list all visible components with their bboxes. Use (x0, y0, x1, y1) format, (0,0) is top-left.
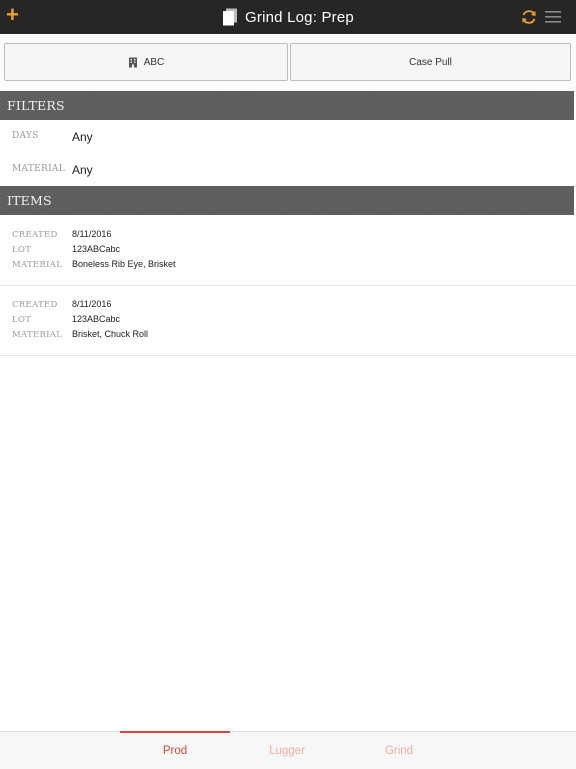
items-header: ITEMS (0, 186, 574, 215)
created-value: 8/11/2016 (72, 299, 112, 309)
tab-grind[interactable]: Grind (344, 732, 454, 769)
material-value: Brisket, Chuck Roll (72, 329, 149, 339)
refresh-icon[interactable] (520, 8, 538, 26)
material-label: MATERIAL (12, 330, 63, 340)
filter-days-label: DAYS (12, 131, 39, 141)
document-icon (223, 8, 238, 26)
page-title: Grind Log: Prep (245, 8, 354, 26)
created-value: 8/11/2016 (72, 229, 112, 239)
material-label: MATERIAL (12, 260, 63, 270)
filter-material-value: Any (72, 163, 93, 177)
hamburger-menu-icon[interactable] (544, 9, 562, 25)
abc-button-label: ABC (143, 56, 165, 68)
top-bar: + Grind Log: Prep (0, 0, 576, 34)
filter-material-row[interactable]: MATERIAL Any (0, 153, 576, 187)
list-item[interactable]: CREATED 8/11/2016 LOT 123ABCabc MATERIAL… (0, 216, 576, 286)
lot-value: 123ABCabc (72, 244, 121, 254)
filter-material-label: MATERIAL (12, 164, 66, 174)
created-label: CREATED (12, 230, 58, 240)
list-item[interactable]: CREATED 8/11/2016 LOT 123ABCabc MATERIAL… (0, 286, 576, 356)
filter-days-value: Any (72, 130, 93, 144)
tab-lugger[interactable]: Lugger (232, 732, 342, 769)
filters-header: FILTERS (0, 91, 574, 120)
filter-days-row[interactable]: DAYS Any (0, 120, 576, 154)
created-label: CREATED (12, 300, 58, 310)
lot-label: LOT (12, 315, 32, 325)
case-pull-button[interactable]: Case Pull (290, 43, 571, 81)
bottom-tab-bar: Prod Lugger Grind (0, 731, 576, 769)
tab-prod[interactable]: Prod (120, 731, 230, 769)
lot-value: 123ABCabc (72, 314, 121, 324)
abc-button[interactable]: ABC (4, 43, 288, 81)
lot-label: LOT (12, 245, 32, 255)
case-pull-button-label: Case Pull (409, 56, 452, 68)
title-area: Grind Log: Prep (0, 0, 576, 34)
building-icon (128, 57, 137, 67)
segment-row: ABC Case Pull (0, 34, 576, 91)
material-value: Boneless Rib Eye, Brisket (72, 259, 176, 269)
